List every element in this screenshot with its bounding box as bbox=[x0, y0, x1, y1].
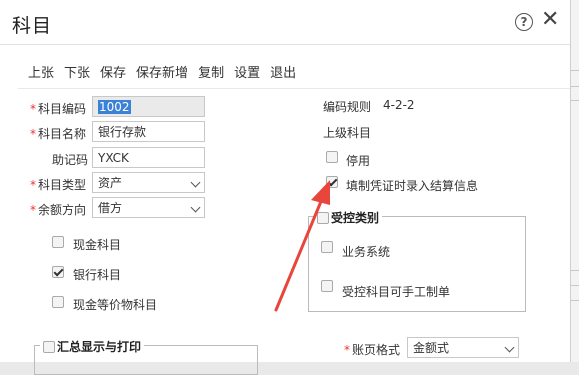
bank-account-label: 银行科目 bbox=[73, 268, 122, 282]
cash-account-checkbox[interactable] bbox=[52, 236, 64, 248]
account-type-label: * 科目类型 bbox=[30, 178, 87, 192]
save-new-button[interactable]: 保存新增 bbox=[136, 62, 188, 81]
cash-account-label: 现金科目 bbox=[73, 238, 122, 252]
bank-account-checkbox[interactable] bbox=[52, 266, 64, 278]
mnemonic-label: 助记码 bbox=[52, 153, 89, 167]
balance-direction-select[interactable]: 借方 bbox=[92, 197, 205, 218]
chevron-down-icon bbox=[190, 202, 201, 213]
background-window-edge bbox=[571, 0, 579, 362]
account-code-label: * 科目编码 bbox=[30, 102, 87, 116]
manual-voucher-checkbox[interactable] bbox=[321, 280, 333, 292]
disabled-label: 停用 bbox=[346, 154, 371, 168]
coding-rule-value: 4-2-2 bbox=[383, 98, 415, 112]
prev-button[interactable]: 上张 bbox=[28, 62, 54, 81]
exit-button[interactable]: 退出 bbox=[270, 62, 296, 81]
account-type-select[interactable]: 资产 bbox=[92, 172, 205, 193]
title-divider bbox=[0, 44, 570, 45]
toolbar: 上张 下张 保存 保存新增 复制 设置 退出 bbox=[28, 62, 296, 81]
account-dialog: 科目 ? ✕ 上张 下张 保存 保存新增 复制 设置 退出 * 科目编码 1002… bbox=[0, 0, 571, 375]
disabled-checkbox[interactable] bbox=[326, 151, 338, 163]
settings-button[interactable]: 设置 bbox=[234, 62, 260, 81]
help-icon[interactable]: ? bbox=[515, 13, 533, 31]
save-button[interactable]: 保存 bbox=[100, 62, 126, 81]
account-name-label: * 科目名称 bbox=[30, 127, 87, 141]
settlement-info-label: 填制凭证时录入结算信息 bbox=[346, 179, 479, 193]
cash-equivalent-checkbox[interactable] bbox=[52, 296, 64, 308]
controlled-category-legend: 受控类别 bbox=[314, 209, 383, 226]
mnemonic-field[interactable]: YXCK bbox=[92, 147, 205, 168]
account-code-field[interactable]: 1002 bbox=[92, 96, 205, 117]
parent-account-label: 上级科目 bbox=[323, 126, 372, 140]
ledger-format-label: * 账页格式 bbox=[344, 343, 401, 357]
chevron-down-icon bbox=[504, 342, 515, 353]
dialog-title: 科目 bbox=[12, 15, 53, 37]
coding-rule-label: 编码规则 bbox=[323, 100, 372, 114]
toolbar-divider bbox=[18, 88, 570, 89]
chevron-down-icon bbox=[190, 177, 201, 188]
summary-print-checkbox[interactable] bbox=[43, 341, 55, 353]
balance-direction-label: * 余额方向 bbox=[30, 203, 87, 217]
copy-button[interactable]: 复制 bbox=[198, 62, 224, 81]
business-system-checkbox[interactable] bbox=[321, 241, 333, 253]
close-icon[interactable]: ✕ bbox=[541, 9, 559, 31]
summary-print-legend: 汇总显示与打印 bbox=[40, 338, 145, 355]
business-system-label: 业务系统 bbox=[342, 245, 391, 259]
settlement-info-checkbox[interactable] bbox=[326, 176, 338, 188]
next-button[interactable]: 下张 bbox=[64, 62, 90, 81]
cash-equivalent-label: 现金等价物科目 bbox=[73, 298, 158, 312]
ledger-format-select[interactable]: 金额式 bbox=[407, 337, 519, 358]
manual-voucher-label: 受控科目可手工制单 bbox=[342, 285, 451, 299]
account-name-field[interactable]: 银行存款 bbox=[92, 121, 205, 142]
controlled-category-checkbox[interactable] bbox=[317, 212, 329, 224]
